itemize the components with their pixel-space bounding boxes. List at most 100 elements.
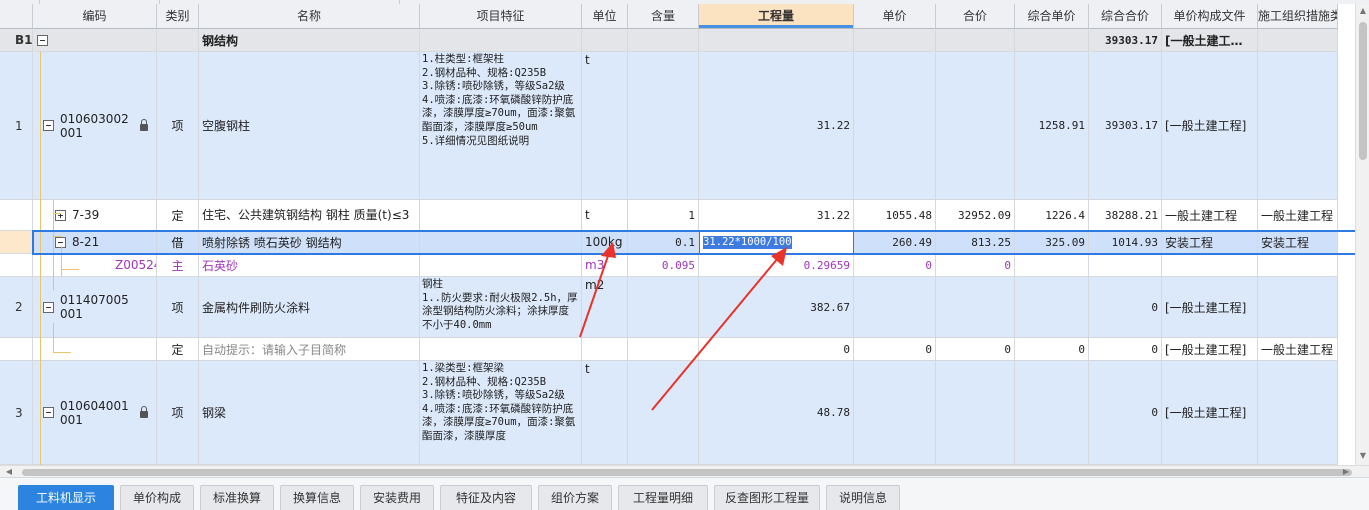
cell-content[interactable] xyxy=(628,277,699,338)
cell-name[interactable]: 钢结构 xyxy=(199,29,420,52)
cell-code[interactable]: 010603002001 xyxy=(33,52,157,200)
expand-toggle-icon[interactable] xyxy=(43,407,54,418)
cell-total[interactable] xyxy=(936,29,1015,52)
column-header-code[interactable]: 编码 xyxy=(33,4,157,29)
column-header-price_file[interactable]: 单价构成文件 xyxy=(1162,4,1258,29)
cell-content[interactable]: 0.1 xyxy=(628,231,699,254)
cell-feature[interactable]: 1.梁类型:框架梁 2.钢材品种、规格:Q235B 3.除锈:喷砂除锈，等级Sa… xyxy=(420,361,582,465)
cell-content[interactable]: 1 xyxy=(628,200,699,231)
column-header-unit[interactable]: 单位 xyxy=(582,4,628,29)
cell-comp_price[interactable] xyxy=(1015,254,1089,277)
cell-comp_price[interactable]: 1258.91 xyxy=(1015,52,1089,200)
cell-price_file[interactable]: 一般土建工程 xyxy=(1162,200,1258,231)
cell-price_file[interactable]: [一般土建工程] xyxy=(1162,277,1258,338)
cell-price_file[interactable]: [一般土建工程] xyxy=(1162,361,1258,465)
table-row[interactable]: B1 钢结构 39303.17 [一般土建工… xyxy=(0,29,1355,52)
cell-price[interactable] xyxy=(854,277,936,338)
cell-comp_total[interactable]: 39303.17 xyxy=(1089,52,1162,200)
cell-price_file[interactable]: [一般土建工程] xyxy=(1162,52,1258,200)
column-header-qty[interactable]: 工程量 xyxy=(699,4,854,29)
cell-qty[interactable]: 31.22 xyxy=(699,200,854,231)
cell-comp_price[interactable] xyxy=(1015,29,1089,52)
cell-price[interactable] xyxy=(854,29,936,52)
cell-price_file[interactable]: [一般土建工程] xyxy=(1162,338,1258,361)
column-header-comp_price[interactable]: 综合单价 xyxy=(1015,4,1089,29)
vertical-scrollbar[interactable]: ▲ ▼ xyxy=(1355,4,1369,465)
tab-2[interactable]: 单价构成 xyxy=(120,485,194,510)
cell-comp_total[interactable]: 0 xyxy=(1089,277,1162,338)
cell-total[interactable]: 0 xyxy=(936,338,1015,361)
cell-total[interactable] xyxy=(936,277,1015,338)
horizontal-scrollbar[interactable]: ◀ ▶ xyxy=(0,465,1369,477)
cell-name[interactable]: 石英砂 xyxy=(199,254,420,277)
column-header-rowno[interactable] xyxy=(0,4,33,29)
column-header-type[interactable]: 类别 xyxy=(157,4,199,29)
cell-price[interactable] xyxy=(854,52,936,200)
cell-code[interactable] xyxy=(33,29,157,52)
cell-price[interactable]: 1055.48 xyxy=(854,200,936,231)
expand-toggle-icon[interactable] xyxy=(43,301,54,313)
cell-qty[interactable]: 31.22 xyxy=(699,52,854,200)
cell-qty[interactable]: 0.29659 xyxy=(699,254,854,277)
cell-feature[interactable]: 钢柱 1..防火要求:耐火极限2.5h，厚涂型钢结构防火涂料；涂抹厚度不小于40… xyxy=(420,277,582,338)
tab-3[interactable]: 标准换算 xyxy=(200,485,274,510)
cell-measure[interactable]: 安装工程 xyxy=(1258,231,1338,254)
column-header-comp_total[interactable]: 综合合价 xyxy=(1089,4,1162,29)
table-row[interactable]: 定 自动提示：请输入子目简称 0 0 0 0 0 [一般土建工程] 一般土建工程 xyxy=(0,338,1355,361)
cell-comp_price[interactable]: 0 xyxy=(1015,338,1089,361)
quantity-formula-editor[interactable]: 31.22*1000/100 xyxy=(699,231,854,254)
cell-content[interactable] xyxy=(628,338,699,361)
cell-type[interactable]: 项 xyxy=(157,277,199,338)
column-header-measure[interactable]: 施工组织措施类 xyxy=(1258,4,1338,29)
cell-content[interactable] xyxy=(628,361,699,465)
cell-price[interactable]: 260.49 xyxy=(854,231,936,254)
table-row[interactable]: 1 010603002001 项 空腹钢柱 1.柱类型:框架柱 2.钢材品种、规格:Q2… xyxy=(0,52,1355,200)
cell-type[interactable]: 项 xyxy=(157,361,199,465)
tab-10[interactable]: 说明信息 xyxy=(826,485,900,510)
cell-feature[interactable] xyxy=(420,254,582,277)
boq-grid[interactable]: 编码 类别 名称 项目特征 单位 含量 工程量 单价 合价 综合单价 综合合价 单价构成文件 施工组织措… xyxy=(0,4,1355,465)
cell-qty[interactable]: 382.67 xyxy=(699,277,854,338)
cell-comp_total[interactable]: 38288.21 xyxy=(1089,200,1162,231)
cell-comp_total[interactable]: 0 xyxy=(1089,338,1162,361)
cell-price[interactable]: 0 xyxy=(854,338,936,361)
table-row[interactable]: 8-21 借 喷射除锈 喷石英砂 钢结构 100kg 0.1 31.22*1000/100… xyxy=(0,231,1355,254)
cell-measure[interactable]: 一般土建工程 xyxy=(1258,338,1338,361)
cell-name[interactable]: 自动提示：请输入子目简称 xyxy=(199,338,420,361)
expand-toggle-icon[interactable] xyxy=(37,34,48,46)
table-row[interactable]: 3 010604001001 项 钢梁 1.梁类型:框架梁 2.钢材品种、规格:Q235… xyxy=(0,361,1355,465)
cell-feature[interactable] xyxy=(420,29,582,52)
cell-name[interactable]: 金属构件刷防火涂料 xyxy=(199,277,420,338)
cell-comp_total[interactable]: 39303.17 xyxy=(1089,29,1162,52)
cell-name[interactable]: 住宅、公共建筑钢结构 钢柱 质量(t)≤3 xyxy=(199,200,420,231)
scroll-up-icon[interactable]: ▲ xyxy=(1358,6,1368,16)
tab-5[interactable]: 安装费用 xyxy=(360,485,434,510)
cell-comp_price[interactable]: 325.09 xyxy=(1015,231,1089,254)
expand-toggle-icon[interactable] xyxy=(43,120,54,131)
vertical-scroll-thumb[interactable] xyxy=(1359,22,1367,160)
column-header-price[interactable]: 单价 xyxy=(854,4,936,29)
cell-code[interactable]: Z00524 xyxy=(33,254,157,277)
table-row[interactable]: 7-39 定 住宅、公共建筑钢结构 钢柱 质量(t)≤3 t 1 31.22 1055.48… xyxy=(0,200,1355,231)
cell-price[interactable]: 0 xyxy=(854,254,936,277)
column-header-content[interactable]: 含量 xyxy=(628,4,699,29)
column-header-total[interactable]: 合价 xyxy=(936,4,1015,29)
cell-unit[interactable]: t xyxy=(582,52,628,200)
cell-type[interactable]: 借 xyxy=(157,231,199,254)
tab-9[interactable]: 反查图形工程量 xyxy=(714,485,820,510)
table-row[interactable]: Z00524 主 石英砂 m3 0.095 0.29659 0 0 xyxy=(0,254,1355,277)
tab-7[interactable]: 组价方案 xyxy=(538,485,612,510)
cell-comp_total[interactable] xyxy=(1089,254,1162,277)
cell-unit[interactable]: m3 xyxy=(582,254,628,277)
column-header-feature[interactable]: 项目特征 xyxy=(420,4,582,29)
cell-comp_price[interactable] xyxy=(1015,361,1089,465)
cell-measure[interactable] xyxy=(1258,361,1338,465)
cell-name[interactable]: 钢梁 xyxy=(199,361,420,465)
cell-name[interactable]: 空腹钢柱 xyxy=(199,52,420,200)
cell-measure[interactable] xyxy=(1258,52,1338,200)
cell-type[interactable]: 定 xyxy=(157,200,199,231)
horizontal-scroll-thumb[interactable] xyxy=(22,469,1352,476)
table-row[interactable]: 2 011407005001 项 金属构件刷防火涂料 钢柱 1..防火要求:耐火极限2.… xyxy=(0,277,1355,338)
cell-price_file[interactable]: [一般土建工… xyxy=(1162,29,1258,52)
cell-unit[interactable]: t xyxy=(582,361,628,465)
